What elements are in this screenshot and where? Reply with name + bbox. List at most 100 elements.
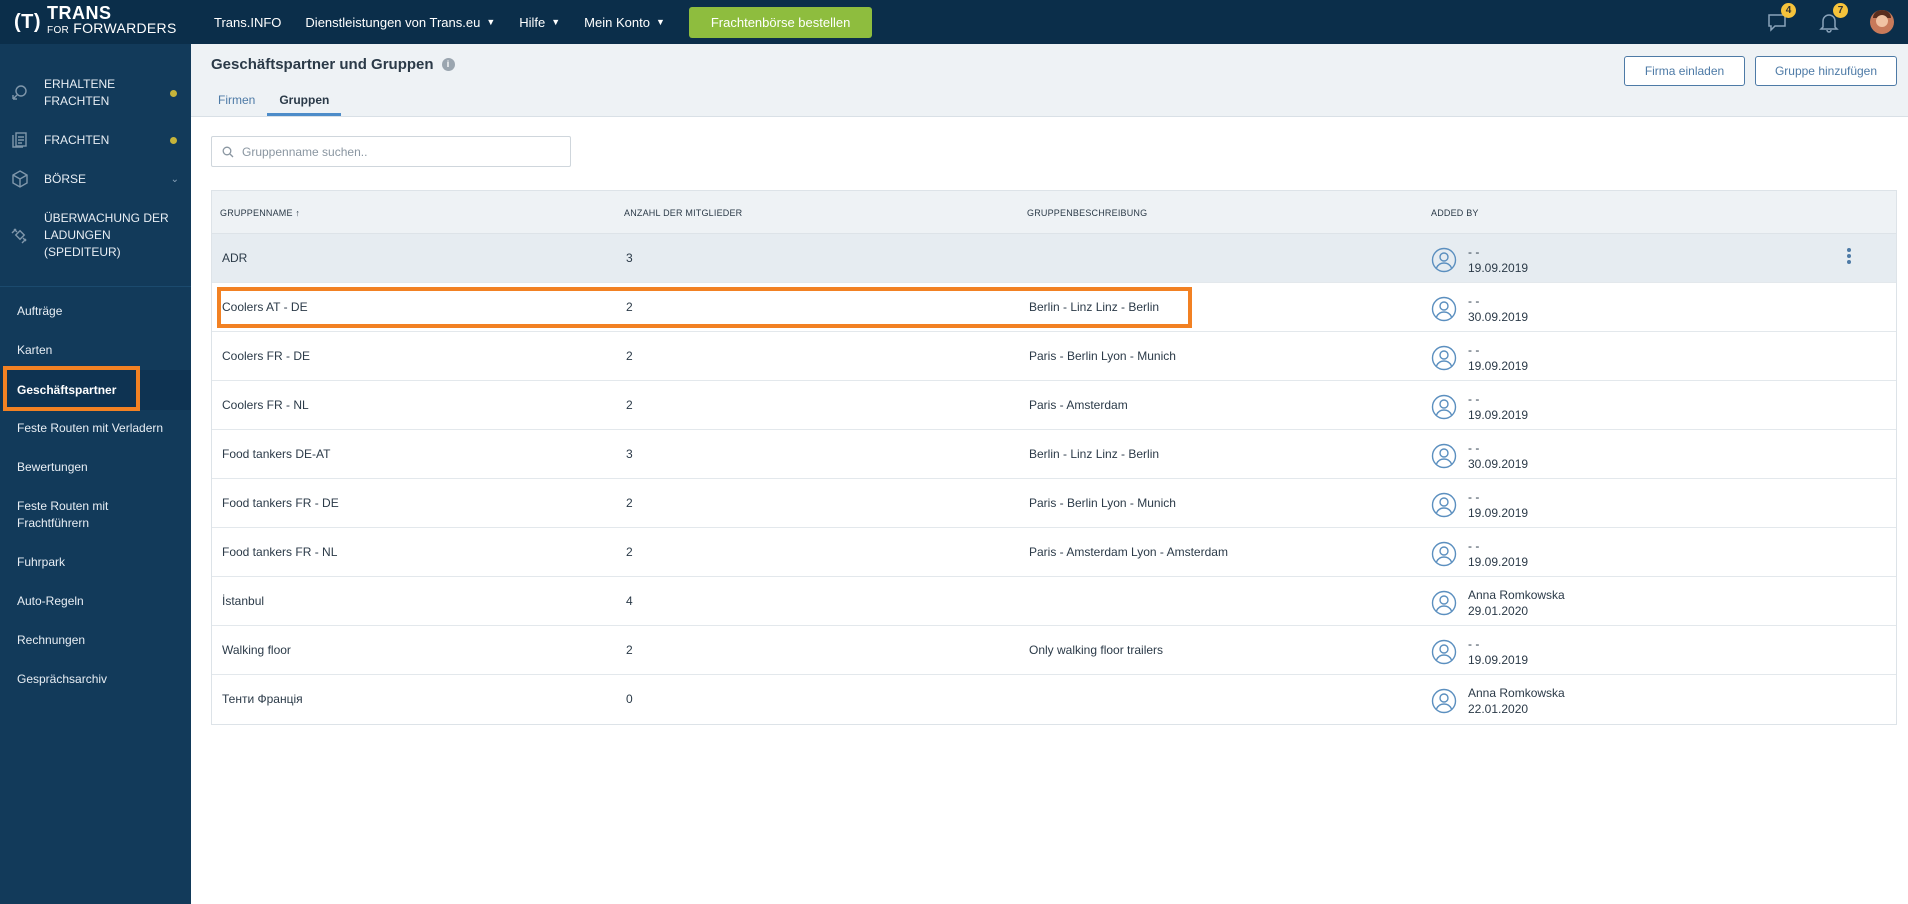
table-row[interactable]: ADR 3 - - 19.09.2019 xyxy=(212,234,1896,283)
tab-firmen[interactable]: Firmen xyxy=(206,92,267,116)
sidebar-item-karten[interactable]: Karten xyxy=(0,342,191,359)
sidebar-item-geschaeftspartner[interactable]: Geschäftspartner xyxy=(0,370,191,410)
sidebar-item-rechnungen[interactable]: Rechnungen xyxy=(0,632,191,649)
added-by-name: Anna Romkowska xyxy=(1468,686,1565,700)
sidebar-module-exchange[interactable]: BÖRSE ⌄ xyxy=(0,169,191,189)
added-by-cell: - - 19.09.2019 xyxy=(1431,636,1528,668)
member-count-cell: 2 xyxy=(626,643,633,657)
table-row[interactable]: Coolers FR - DE 2 Paris - Berlin Lyon - Mu… xyxy=(212,332,1896,381)
sidebar-module-label: FRACHTEN xyxy=(44,132,110,147)
member-count-cell: 3 xyxy=(626,447,633,461)
added-by-cell: - - 19.09.2019 xyxy=(1431,538,1528,570)
member-count-cell: 2 xyxy=(626,300,633,314)
info-icon[interactable]: i xyxy=(441,58,455,71)
messages-button[interactable]: 4 xyxy=(1766,3,1796,33)
order-freight-exchange-button[interactable]: Frachtenbörse bestellen xyxy=(688,6,873,38)
page-title: Geschäftspartner und Gruppen i xyxy=(211,56,455,73)
table-row[interactable]: İstanbul 4 Anna Romkowska 29.01.2020 xyxy=(212,577,1896,626)
invite-company-button[interactable]: Firma einladen xyxy=(1624,56,1745,86)
column-header-group-name[interactable]: GRUPPENNAME ↑ xyxy=(220,208,300,218)
description-cell: Paris - Berlin Lyon - Munich xyxy=(1029,349,1176,363)
added-by-name: - - xyxy=(1468,392,1480,406)
description-cell: Berlin - Linz Linz - Berlin xyxy=(1029,447,1160,461)
group-name-cell: Walking floor xyxy=(222,643,291,657)
sidebar-item-gespraechsarchiv[interactable]: Gesprächsarchiv xyxy=(0,671,191,688)
notifications-button[interactable]: 7 xyxy=(1818,3,1848,33)
added-by-cell: - - 19.09.2019 xyxy=(1431,391,1528,423)
added-date: 19.09.2019 xyxy=(1468,506,1529,520)
added-by-name: - - xyxy=(1468,441,1480,455)
brand-line1: TRANS xyxy=(47,3,112,23)
brand-mark: (T) xyxy=(14,10,42,33)
topnav-hilfe[interactable]: Hilfe ▼ xyxy=(519,15,560,30)
search-input[interactable] xyxy=(242,144,562,159)
column-header-added-by: ADDED BY xyxy=(1431,208,1479,218)
user-icon xyxy=(1431,639,1457,665)
sidebar-module-freight[interactable]: FRACHTEN xyxy=(0,130,191,150)
sidebar-item-auftraege[interactable]: Aufträge xyxy=(0,303,191,320)
column-header-description: GRUPPENBESCHREIBUNG xyxy=(1027,208,1148,218)
group-name-cell: İstanbul xyxy=(222,594,265,608)
added-date: 30.09.2019 xyxy=(1468,457,1529,471)
user-icon xyxy=(1431,345,1457,371)
topnav-dienstleistungen[interactable]: Dienstleistungen von Trans.eu ▼ xyxy=(305,15,495,30)
table-row[interactable]: Walking floor 2 Only walking floor trailer… xyxy=(212,626,1896,675)
messages-badge: 4 xyxy=(1781,3,1796,18)
brand-logo[interactable]: (T) TRANS FOR FORWARDERS xyxy=(0,0,191,44)
group-name-cell: Coolers FR - NL xyxy=(222,398,309,412)
top-navigation-bar: Trans.INFO Dienstleistungen von Trans.eu… xyxy=(191,0,1908,44)
user-icon xyxy=(1431,492,1457,518)
added-by-cell: - - 30.09.2019 xyxy=(1431,293,1528,325)
member-count-cell: 2 xyxy=(626,545,633,559)
sidebar-item-bewertungen[interactable]: Bewertungen xyxy=(0,459,191,476)
tab-gruppen[interactable]: Gruppen xyxy=(267,92,342,116)
row-menu-icon[interactable] xyxy=(1846,248,1852,266)
added-date: 30.09.2019 xyxy=(1468,310,1529,324)
group-name-cell: Тенти Франція xyxy=(222,692,303,706)
member-count-cell: 2 xyxy=(626,349,633,363)
topnav-trans-info[interactable]: Trans.INFO xyxy=(214,15,281,30)
topnav-label: Hilfe xyxy=(519,14,546,30)
add-group-button[interactable]: Gruppe hinzufügen xyxy=(1755,56,1897,86)
table-row[interactable]: Food tankers DE-AT 3 Berlin - Linz Linz - … xyxy=(212,430,1896,479)
groups-table: GRUPPENNAME ↑ ANZAHL DER MITGLIEDER GRUP… xyxy=(211,190,1897,725)
group-name-cell: Food tankers DE-AT xyxy=(222,447,331,461)
chevron-down-icon: ▼ xyxy=(655,17,665,27)
description-cell: Paris - Amsterdam xyxy=(1029,398,1128,412)
chevron-down-icon: ▼ xyxy=(551,17,561,27)
added-by-cell: - - 19.09.2019 xyxy=(1431,489,1528,521)
sidebar-module-received-freight[interactable]: ERHALTENE FRACHTEN xyxy=(0,76,191,110)
satellite-icon xyxy=(11,228,27,244)
description-cell: Only walking floor trailers xyxy=(1029,643,1164,657)
member-count-cell: 0 xyxy=(626,692,633,706)
table-row[interactable]: Food tankers FR - DE 2 Paris - Berlin Lyon… xyxy=(212,479,1896,528)
topnav-label: Mein Konto xyxy=(584,14,650,30)
description-cell: Berlin - Linz Linz - Berlin xyxy=(1029,300,1160,314)
sidebar-item-feste-routen-verladern[interactable]: Feste Routen mit Verladern xyxy=(0,420,191,437)
chevron-down-icon: ▼ xyxy=(486,17,496,27)
member-count-cell: 2 xyxy=(626,398,633,412)
table-row[interactable]: Coolers FR - NL 2 Paris - Amsterdam - - 19.0… xyxy=(212,381,1896,430)
sidebar-item-auto-regeln[interactable]: Auto-Regeln xyxy=(0,593,191,610)
added-date: 29.01.2020 xyxy=(1468,604,1529,618)
chevron-down-icon: ⌄ xyxy=(170,173,179,185)
exchange-box-icon xyxy=(12,170,28,188)
sidebar-item-fuhrpark[interactable]: Fuhrpark xyxy=(0,554,191,571)
sidebar-module-label: ERHALTENE FRACHTEN xyxy=(44,77,116,108)
freight-icon xyxy=(12,132,27,148)
topnav-mein-konto[interactable]: Mein Konto ▼ xyxy=(584,15,665,30)
added-by-cell: - - 30.09.2019 xyxy=(1431,440,1528,472)
sidebar-module-tracking[interactable]: ÜBERWACHUNG DER LADUNGEN (SPEDITEUR) xyxy=(0,209,191,261)
added-by-name: Anna Romkowska xyxy=(1468,588,1565,602)
group-name-cell: Coolers AT - DE xyxy=(222,300,308,314)
table-header: GRUPPENNAME ↑ ANZAHL DER MITGLIEDER GRUP… xyxy=(212,191,1896,234)
table-row[interactable]: Тенти Франція 0 Anna Romkowska 22.01.2020 xyxy=(212,675,1896,724)
sidebar-item-feste-routen-frachtfuehrern[interactable]: Feste Routen mit Frachtführern xyxy=(0,498,150,532)
search-icon xyxy=(222,146,234,157)
user-avatar[interactable] xyxy=(1870,10,1894,34)
sidebar-divider xyxy=(0,286,191,287)
table-row[interactable]: Food tankers FR - NL 2 Paris - Amsterdam L… xyxy=(212,528,1896,577)
table-row[interactable]: Coolers AT - DE 2 Berlin - Linz Linz - Ber… xyxy=(212,283,1896,332)
member-count-cell: 4 xyxy=(626,594,633,608)
user-icon xyxy=(1431,590,1457,616)
